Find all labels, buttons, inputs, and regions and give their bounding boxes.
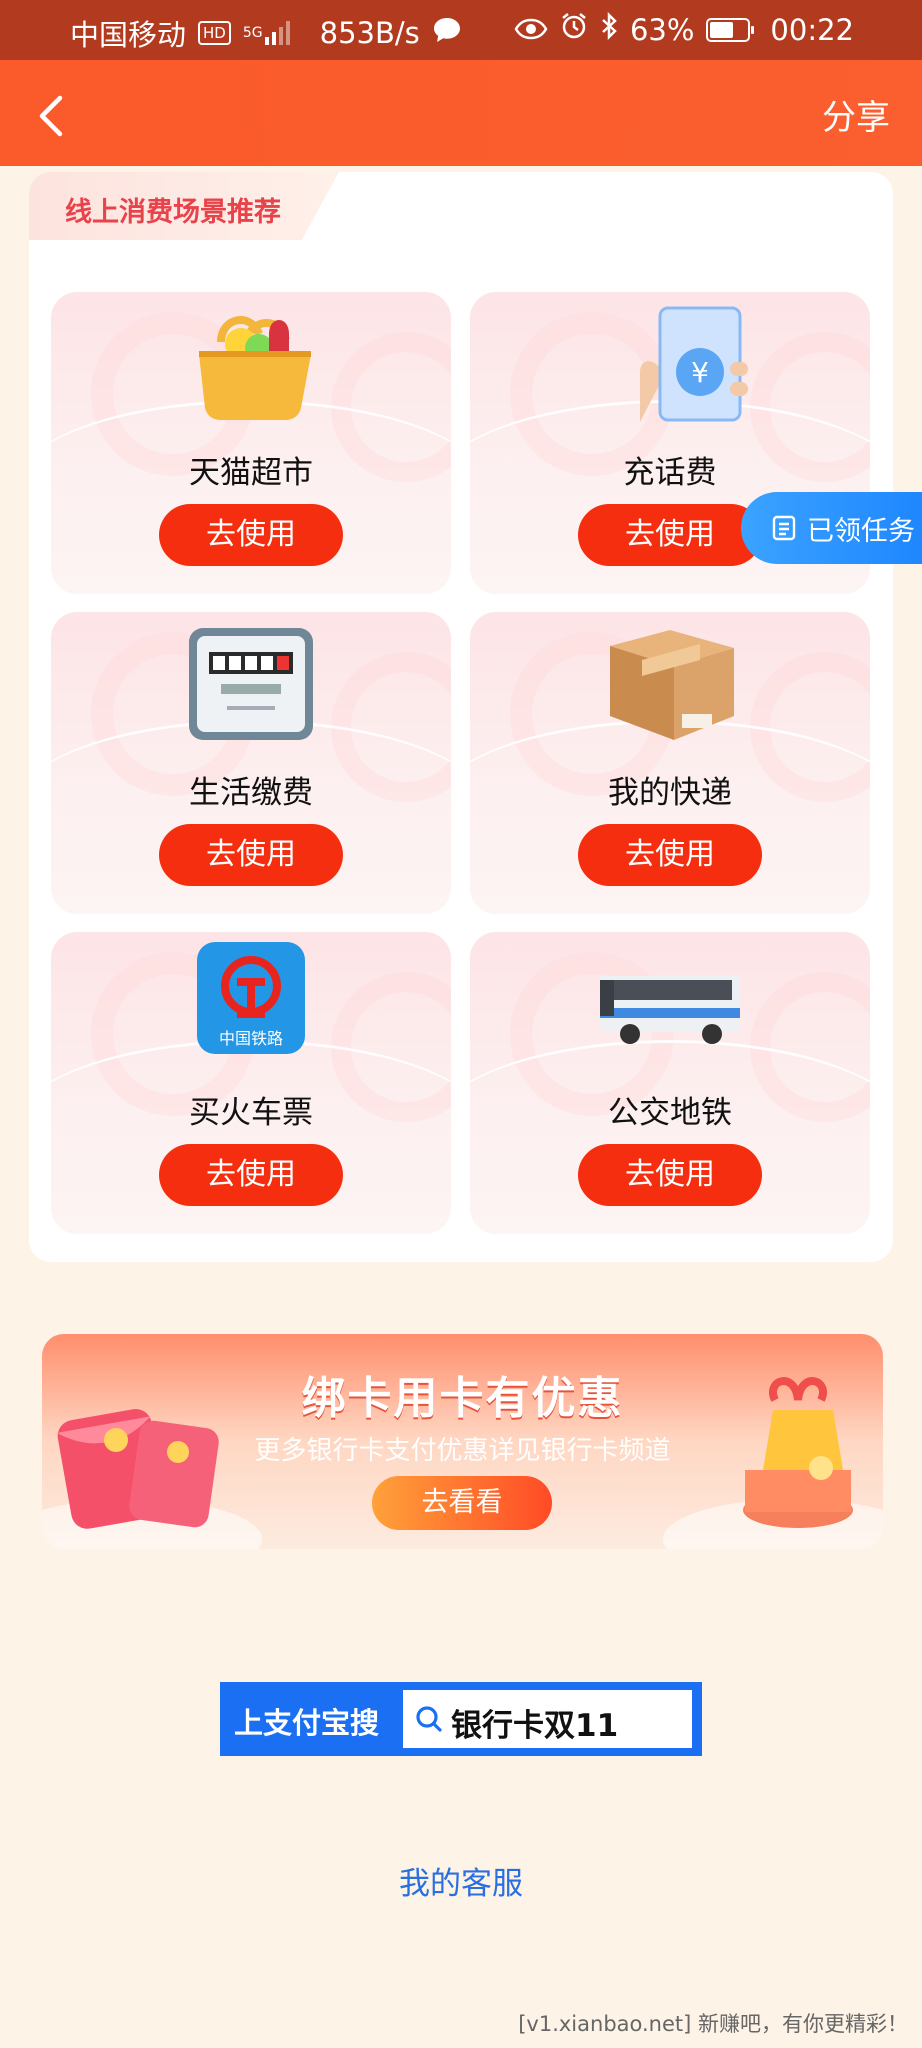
network-type: 5G (242, 25, 263, 41)
china-railway-icon: 中国铁路 (171, 942, 331, 1062)
use-button[interactable]: 去使用 (578, 1144, 762, 1206)
hd-badge: HD (198, 21, 231, 45)
search-query: 银行卡双11 (451, 1708, 619, 1744)
message-icon (432, 16, 462, 51)
banner-subtitle: 更多银行卡支付优惠详见银行卡频道 (254, 1436, 671, 1466)
network-speed: 853B/s (319, 16, 420, 50)
claimed-tasks-button[interactable]: 已领任务 (741, 492, 922, 564)
tile-label: 我的快递 (608, 775, 732, 811)
svg-text:¥: ¥ (691, 356, 709, 389)
use-button[interactable]: 去使用 (159, 824, 343, 886)
section-title: 线上消费场景推荐 (65, 197, 281, 228)
tile-bus-metro[interactable]: 公交地铁 去使用 (470, 932, 870, 1234)
bus-icon (590, 942, 750, 1062)
grocery-basket-icon (171, 302, 331, 422)
claimed-tasks-label: 已领任务 (807, 515, 915, 547)
tile-my-express[interactable]: 我的快递 去使用 (470, 612, 870, 914)
tile-label: 公交地铁 (608, 1095, 732, 1131)
search-icon (416, 1706, 442, 1732)
status-bar: 中国移动 HD 5G 853B/s 63% 00:22 (0, 0, 922, 60)
tile-utility-payment[interactable]: 生活缴费 去使用 (51, 612, 451, 914)
scenario-card: 线上消费场景推荐 天猫超市 去使用 ¥ 充话费 去使用 生活缴费 去使用 我的快… (29, 172, 893, 1262)
customer-service-link[interactable]: 我的客服 (0, 1858, 922, 1903)
battery-icon (706, 17, 755, 42)
use-button[interactable]: 去使用 (159, 1144, 343, 1206)
title-bar: 分享 (0, 60, 922, 166)
parcel-box-icon (590, 622, 750, 742)
signal-icon: 5G (243, 21, 290, 45)
tile-label: 充话费 (623, 455, 717, 491)
go-see-button[interactable]: 去看看 (372, 1476, 552, 1530)
eye-icon (514, 13, 548, 47)
back-button[interactable] (34, 94, 72, 138)
chevron-left-icon (39, 95, 63, 137)
carrier-name: 中国移动 (70, 18, 187, 52)
alarm-icon (560, 12, 588, 47)
bind-card-banner[interactable]: 绑卡用卡有优惠 更多银行卡支付优惠详见银行卡频道 去看看 (42, 1334, 883, 1549)
railway-logo-text: 中国铁路 (219, 1029, 283, 1048)
tile-label: 天猫超市 (189, 455, 313, 491)
bluetooth-icon (600, 11, 618, 47)
banner-title: 绑卡用卡有优惠 (301, 1373, 624, 1424)
tile-label: 生活缴费 (189, 775, 313, 811)
utility-meter-icon (171, 622, 331, 742)
clock: 00:22 (770, 12, 854, 47)
tile-label: 买火车票 (189, 1095, 313, 1131)
list-icon (772, 515, 796, 541)
use-button[interactable]: 去使用 (578, 504, 762, 566)
phone-recharge-icon: ¥ (590, 302, 750, 422)
battery-percent: 63% (629, 12, 695, 47)
use-button[interactable]: 去使用 (159, 504, 343, 566)
tile-tmall-supermarket[interactable]: 天猫超市 去使用 (51, 292, 451, 594)
search-field[interactable]: 银行卡双11 (403, 1690, 692, 1748)
tile-train-ticket[interactable]: 中国铁路 买火车票 去使用 (51, 932, 451, 1234)
watermark-text: [v1.xianbao.net] 新赚吧，有你更精彩！ (518, 2012, 908, 2036)
search-prefix-label: 上支付宝搜 (234, 1706, 380, 1740)
share-button[interactable]: 分享 (822, 90, 890, 139)
alipay-search-box[interactable]: 上支付宝搜 银行卡双11 (220, 1682, 702, 1756)
use-button[interactable]: 去使用 (578, 824, 762, 886)
